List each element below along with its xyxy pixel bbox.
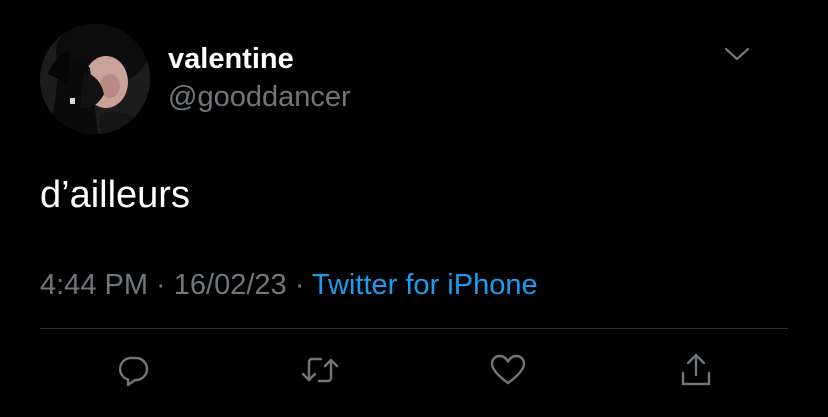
tweet-header: valentine @gooddancer [40,24,800,134]
retweet-icon [300,352,340,388]
share-button[interactable] [674,348,718,392]
chevron-down-icon[interactable] [722,43,752,65]
like-icon [489,352,527,388]
tweet-detail: valentine @gooddancer d’ailleurs 4:44 PM… [0,0,828,417]
author-names: valentine @gooddancer [168,42,351,114]
tweet-source-link[interactable]: Twitter for iPhone [312,269,538,301]
share-icon [678,351,714,389]
tweet-text: d’ailleurs [40,174,190,216]
meta-separator: · [286,269,312,301]
action-bar [0,348,828,398]
tweet-time[interactable]: 4:44 PM [40,269,148,301]
meta-separator: · [148,269,174,301]
display-name[interactable]: valentine [168,42,351,76]
retweet-button[interactable] [298,348,342,392]
handle[interactable]: @gooddancer [168,80,351,114]
avatar-image [40,24,150,134]
avatar[interactable] [40,24,150,134]
divider [40,328,788,329]
tweet-metadata: 4:44 PM · 16/02/23 · Twitter for iPhone [40,266,538,304]
reply-icon [115,352,151,388]
reply-button[interactable] [111,348,155,392]
like-button[interactable] [486,348,530,392]
tweet-date[interactable]: 16/02/23 [174,269,287,301]
